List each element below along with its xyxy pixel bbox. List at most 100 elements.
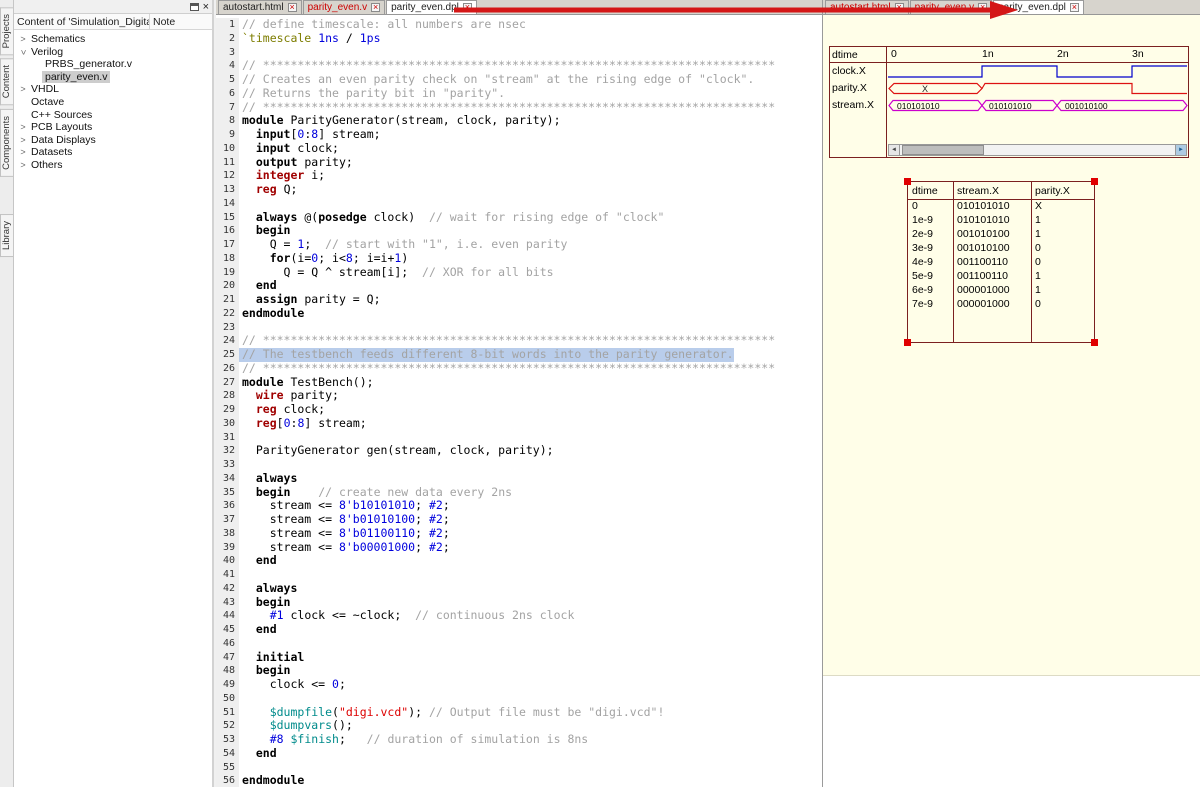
chevron-collapsed-icon[interactable]: > — [18, 134, 28, 147]
code-line[interactable]: 53 #8 $finish; // duration of simulation… — [216, 733, 822, 747]
tree-item-Octave[interactable]: Octave — [14, 96, 212, 109]
code-line[interactable]: 27module TestBench(); — [216, 376, 822, 390]
code-line[interactable]: 5// Creates an even parity check on "str… — [216, 73, 822, 87]
code-line[interactable]: 54 end — [216, 747, 822, 761]
code-line[interactable]: 24// ***********************************… — [216, 334, 822, 348]
code-line[interactable]: 26// ***********************************… — [216, 362, 822, 376]
chevron-expanded-icon[interactable]: > — [17, 47, 30, 57]
chevron-collapsed-icon[interactable]: > — [18, 121, 28, 134]
tab-autostart.html[interactable]: autostart.html× — [825, 0, 909, 14]
code-line[interactable]: 14 — [216, 197, 822, 211]
tree-item-Verilog[interactable]: >Verilog — [14, 46, 212, 59]
tab-close-icon[interactable]: × — [371, 3, 380, 12]
code-line[interactable]: 9 input[0:8] stream; — [216, 128, 822, 142]
code-line[interactable]: 18 for(i=0; i<8; i=i+1) — [216, 252, 822, 266]
code-line[interactable]: 15 always @(posedge clock) // wait for r… — [216, 211, 822, 225]
code-line[interactable]: 49 clock <= 0; — [216, 678, 822, 692]
tab-close-icon[interactable]: × — [1070, 3, 1079, 12]
scrollbar-left-arrow-icon[interactable]: ◄ — [889, 145, 900, 155]
tab-autostart.html[interactable]: autostart.html× — [218, 0, 302, 14]
code-line[interactable]: 29 reg clock; — [216, 403, 822, 417]
code-line[interactable]: 13 reg Q; — [216, 183, 822, 197]
code-line[interactable]: 31 — [216, 431, 822, 445]
code-line[interactable]: 37 stream <= 8'b01010100; #2; — [216, 513, 822, 527]
selection-handle[interactable] — [904, 339, 911, 346]
code-line[interactable]: 34 always — [216, 472, 822, 486]
code-line[interactable]: 4// ************************************… — [216, 59, 822, 73]
code-line[interactable]: 19 Q = Q ^ stream[i]; // XOR for all bit… — [216, 266, 822, 280]
code-line[interactable]: 3 — [216, 46, 822, 60]
timing-scrollbar[interactable]: ◄ ► — [888, 144, 1187, 156]
side-tab-projects[interactable]: Projects — [0, 7, 13, 55]
timing-diagram[interactable]: dtime clock.X parity.X stream.X 0 1n 2n … — [829, 46, 1189, 158]
tab-close-icon[interactable]: × — [895, 3, 904, 12]
tree-item-Data Displays[interactable]: >Data Displays — [14, 134, 212, 147]
code-line[interactable]: 36 stream <= 8'b10101010; #2; — [216, 499, 822, 513]
scrollbar-thumb[interactable] — [902, 145, 984, 155]
side-tab-library[interactable]: Library — [0, 214, 13, 257]
code-line[interactable]: 44 #1 clock <= ~clock; // continuous 2ns… — [216, 609, 822, 623]
tab-parity_even.v[interactable]: parity_even.v× — [303, 0, 385, 14]
tree-item-Datasets[interactable]: >Datasets — [14, 146, 212, 159]
code-line[interactable]: 50 — [216, 692, 822, 706]
code-line[interactable]: 22endmodule — [216, 307, 822, 321]
tree-item-VHDL[interactable]: >VHDL — [14, 83, 212, 96]
code-line[interactable]: 45 end — [216, 623, 822, 637]
code-line[interactable]: 35 begin // create new data every 2ns — [216, 486, 822, 500]
tree-item-C++ Sources[interactable]: C++ Sources — [14, 109, 212, 122]
tab-parity_even.v[interactable]: parity_even.v× — [910, 0, 992, 14]
selection-handle[interactable] — [904, 178, 911, 185]
chevron-collapsed-icon[interactable]: > — [18, 159, 28, 172]
code-line[interactable]: 42 always — [216, 582, 822, 596]
code-line[interactable]: 40 end — [216, 554, 822, 568]
tree-item-Schematics[interactable]: >Schematics — [14, 33, 212, 46]
code-line[interactable]: 32 ParityGenerator gen(stream, clock, pa… — [216, 444, 822, 458]
tab-close-icon[interactable]: × — [978, 3, 987, 12]
tab-close-icon[interactable]: × — [288, 3, 297, 12]
code-line[interactable]: 12 integer i; — [216, 169, 822, 183]
tree-item-Others[interactable]: >Others — [14, 159, 212, 172]
code-line[interactable]: 1// define timescale: all numbers are ns… — [216, 18, 822, 32]
code-line[interactable]: 30 reg[0:8] stream; — [216, 417, 822, 431]
code-line[interactable]: 7// ************************************… — [216, 101, 822, 115]
chevron-collapsed-icon[interactable]: > — [18, 33, 28, 46]
code-line[interactable]: 56endmodule — [216, 774, 822, 787]
data-display-canvas[interactable]: dtime clock.X parity.X stream.X 0 1n 2n … — [823, 15, 1200, 676]
code-line[interactable]: 48 begin — [216, 664, 822, 678]
code-editor[interactable]: 1// define timescale: all numbers are ns… — [216, 15, 822, 787]
chevron-collapsed-icon[interactable]: > — [18, 83, 28, 96]
tree-item-PRBS_generator.v[interactable]: PRBS_generator.v — [14, 58, 212, 71]
code-line[interactable]: 43 begin — [216, 596, 822, 610]
selection-handle[interactable] — [1091, 339, 1098, 346]
code-line[interactable]: 33 — [216, 458, 822, 472]
tab-parity_even.dpl[interactable]: parity_even.dpl× — [993, 0, 1084, 14]
side-tab-components[interactable]: Components — [0, 109, 13, 177]
code-line[interactable]: 25// The testbench feeds different 8-bit… — [216, 348, 822, 362]
scrollbar-right-arrow-icon[interactable]: ► — [1175, 145, 1186, 155]
tab-close-icon[interactable]: × — [463, 3, 472, 12]
code-line[interactable]: 2`timescale 1ns / 1ps — [216, 32, 822, 46]
code-line[interactable]: 28 wire parity; — [216, 389, 822, 403]
tree-item-parity_even.v[interactable]: parity_even.v — [14, 71, 212, 84]
code-line[interactable]: 51 $dumpfile("digi.vcd"); // Output file… — [216, 706, 822, 720]
tab-parity_even.dpl[interactable]: parity_even.dpl× — [386, 0, 477, 14]
close-icon[interactable]: × — [203, 2, 209, 12]
selection-handle[interactable] — [1091, 178, 1098, 185]
code-line[interactable]: 20 end — [216, 279, 822, 293]
code-line[interactable]: 6// Returns the parity bit in "parity". — [216, 87, 822, 101]
tree-item-PCB Layouts[interactable]: >PCB Layouts — [14, 121, 212, 134]
code-line[interactable]: 52 $dumpvars(); — [216, 719, 822, 733]
side-tab-content[interactable]: Content — [0, 58, 13, 105]
code-line[interactable]: 11 output parity; — [216, 156, 822, 170]
truth-table[interactable]: dtime stream.X parity.X 0010101010X1e-90… — [907, 181, 1095, 343]
scrollbar-track[interactable] — [900, 145, 1175, 155]
float-window-icon[interactable] — [190, 3, 199, 11]
code-line[interactable]: 39 stream <= 8'b00001000; #2; — [216, 541, 822, 555]
code-line[interactable]: 21 assign parity = Q; — [216, 293, 822, 307]
code-line[interactable]: 55 — [216, 761, 822, 775]
chevron-collapsed-icon[interactable]: > — [18, 146, 28, 159]
code-line[interactable]: 17 Q = 1; // start with "1", i.e. even p… — [216, 238, 822, 252]
code-line[interactable]: 16 begin — [216, 224, 822, 238]
code-line[interactable]: 10 input clock; — [216, 142, 822, 156]
code-line[interactable]: 47 initial — [216, 651, 822, 665]
